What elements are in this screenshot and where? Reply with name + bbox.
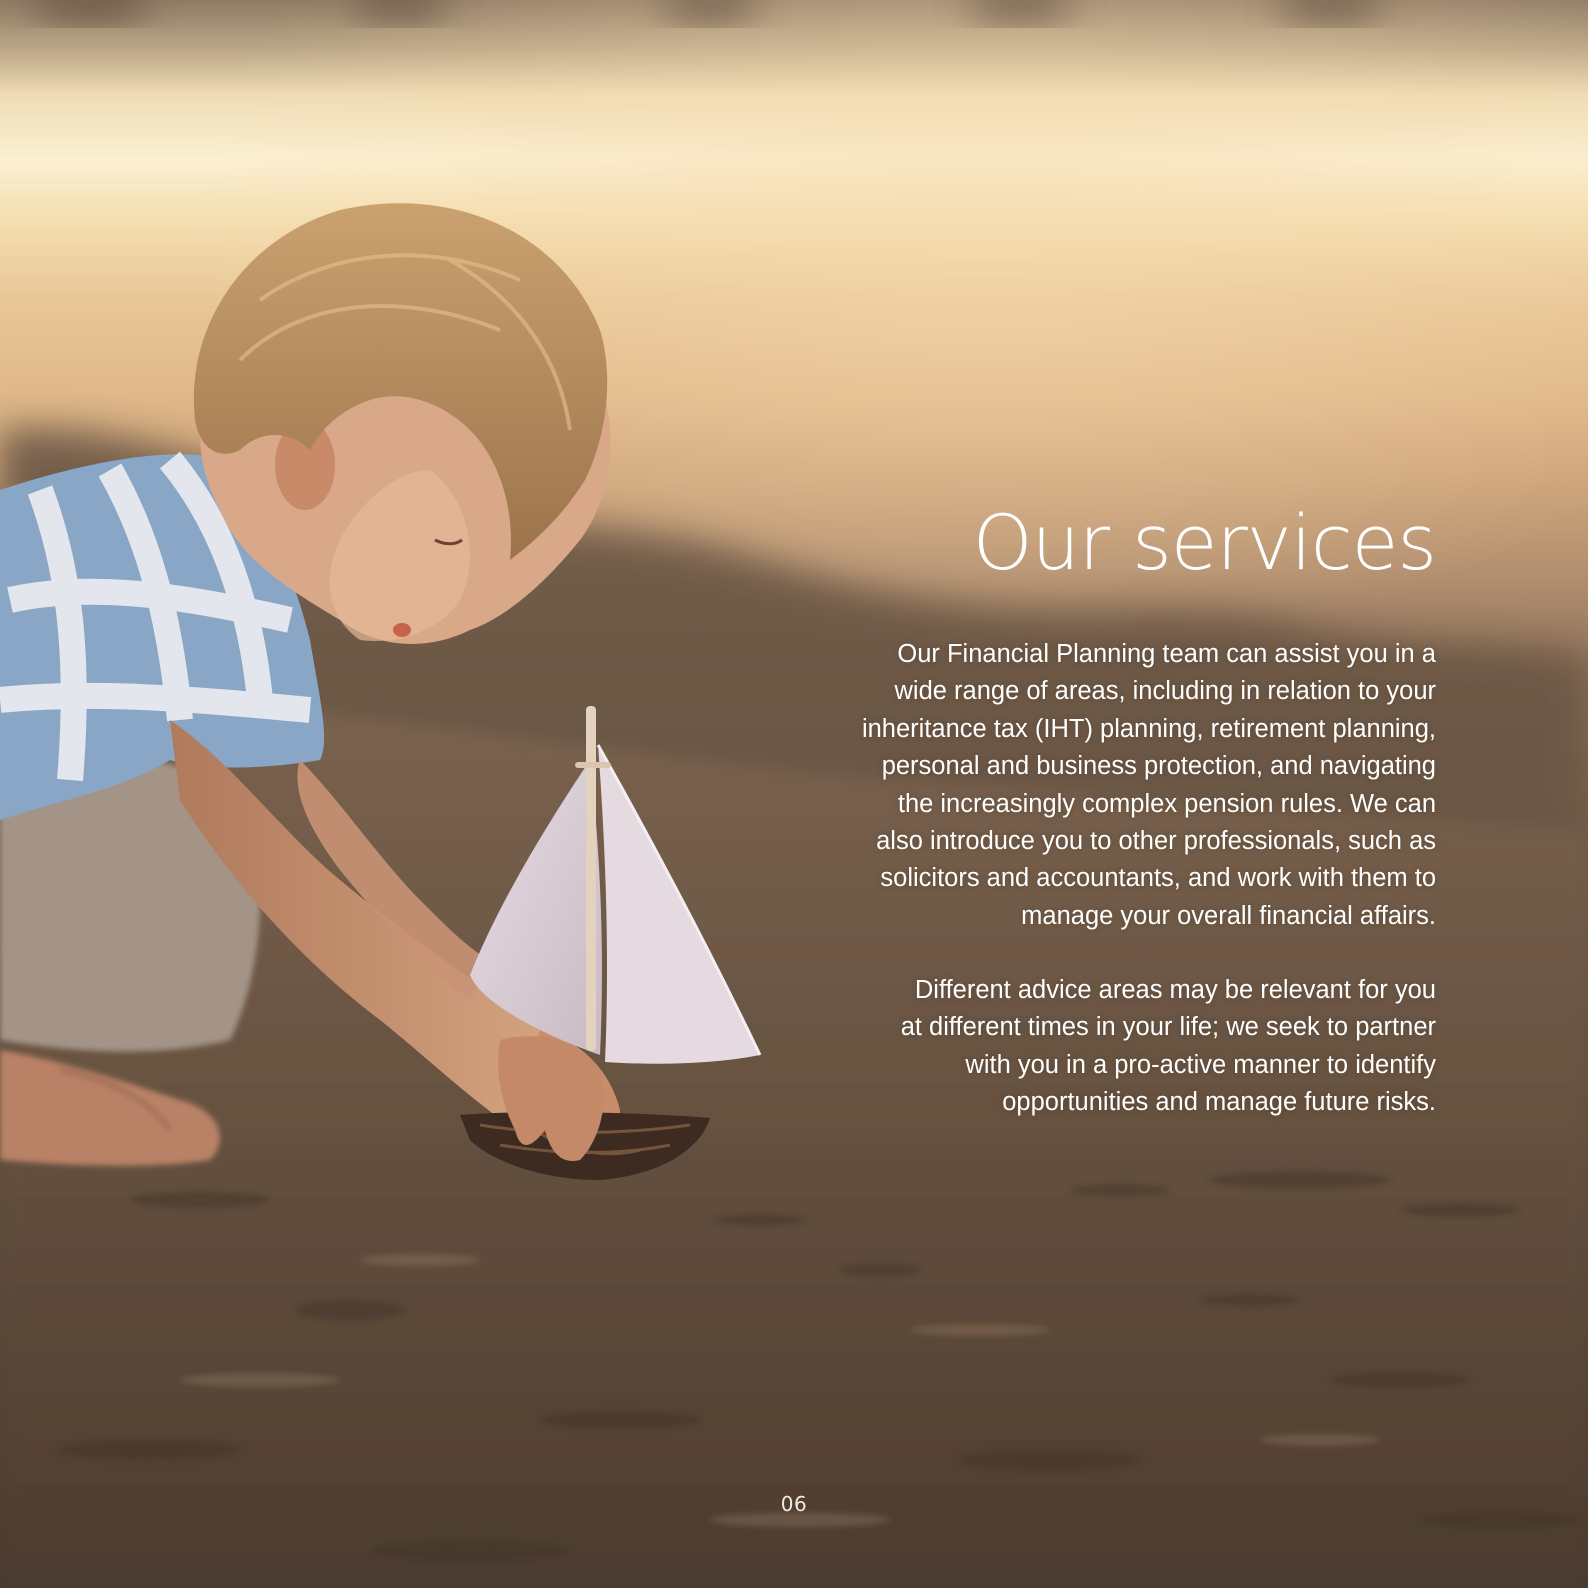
intro-paragraph: Our Financial Planning team can assist y… (796, 636, 1436, 935)
page-title: Our services (972, 498, 1437, 587)
intro-line: wide range of areas, including in relati… (894, 677, 1437, 706)
intro-line: solicitors and accountants, and work wit… (880, 864, 1436, 893)
intro-line: inheritance tax (IHT) planning, retireme… (861, 714, 1436, 743)
advice-line: with you in a pro-active manner to ident… (965, 1050, 1436, 1079)
advice-line: opportunities and manage future risks. (1002, 1088, 1436, 1117)
advice-line: Different advice areas may be relevant f… (914, 976, 1436, 1004)
brochure-page: Our services Our Financial Planning team… (0, 0, 1588, 1588)
advice-paragraph: Different advice areas may be relevant f… (796, 972, 1436, 1122)
advice-line: at different times in your life; we seek… (900, 1013, 1436, 1042)
intro-line: manage your overall financial affairs. (1021, 901, 1436, 930)
intro-line: also introduce you to other professional… (876, 827, 1436, 856)
intro-line: Our Financial Planning team can assist y… (897, 640, 1436, 668)
page-number: 06 (780, 1492, 808, 1516)
intro-line: personal and business protection, and na… (881, 752, 1436, 781)
intro-line: the increasingly complex pension rules. … (897, 789, 1436, 818)
